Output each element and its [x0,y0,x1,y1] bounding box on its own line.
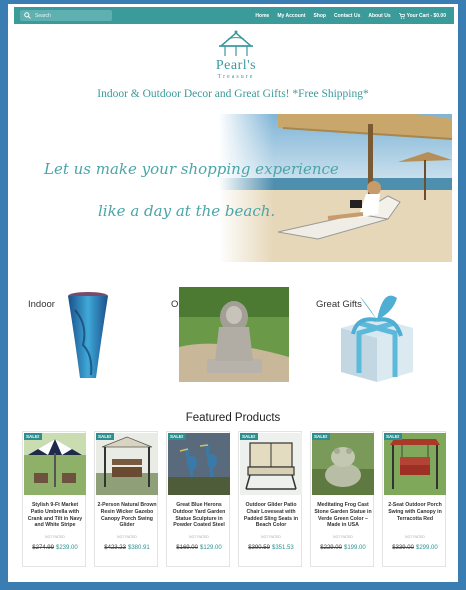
beach-hero-image [28,114,452,262]
new-price: $380.91 [128,545,150,551]
cart-total: Your Cart - $0.00 [406,12,446,19]
sale-badge: SALE! [24,433,42,440]
product-name[interactable]: Great Blue Herons Outdoor Yard Garden St… [169,502,229,529]
product-price: $390.59 $351.53 [239,545,303,551]
gazebo-logo-icon [218,30,254,56]
new-price: $129.00 [200,545,222,551]
porch-swing-product-image [384,433,446,495]
product-price: $229.00 $199.00 [311,545,375,551]
heron-statue-product-image [168,433,230,495]
product-card[interactable]: SALE! 2-Seat Outdoor Porch Swing with Ca… [382,431,446,567]
featured-products-title: Featured Products [185,412,281,424]
old-price: $274.99 [32,545,54,551]
sale-badge: SALE! [312,433,330,440]
product-card[interactable]: SALE! 2-Person Natural Brown Resin Wicke… [94,431,158,567]
product-rating: NOT RATED [45,535,65,539]
product-price: $169.00 $129.00 [167,545,231,551]
product-price: $274.99 $239.00 [23,545,87,551]
umbrella-product-image [24,433,86,495]
product-name[interactable]: Meditating Frog Cast Stone Garden Statue… [313,502,373,529]
nav-link-contact-us[interactable]: Contact Us [334,13,360,19]
hero-banner[interactable]: Let us make your shopping experience lik… [28,114,452,262]
product-price: $423.23 $380.91 [95,545,159,551]
product-rating: NOT RATED [405,535,425,539]
nav-links: Home My Account Shop Contact Us About Us… [255,7,446,24]
new-price: $199.00 [344,545,366,551]
product-rating: NOT RATED [333,535,353,539]
product-rating: NOT RATED [189,535,209,539]
nav-link-home[interactable]: Home [255,13,269,19]
product-name[interactable]: Outdoor Glider Patio Chair Loveseat with… [241,502,301,529]
search-input[interactable]: Search [20,10,112,21]
old-price: $390.59 [248,545,270,551]
featured-products-grid: SALE! Stylish 9-Ft Market Patio Umbrella… [22,431,447,571]
old-price: $339.00 [392,545,414,551]
logo-subtitle: Treasure [217,74,255,80]
page: Search Home My Account Shop Contact Us A… [8,4,458,582]
product-name[interactable]: 2-Seat Outdoor Porch Swing with Canopy i… [385,502,445,522]
old-price: $423.23 [104,545,126,551]
new-price: $239.00 [56,545,78,551]
category-indoor-label[interactable]: Indoor [28,299,55,310]
product-name[interactable]: Stylish 9-Ft Market Patio Umbrella with … [25,502,85,529]
product-price: $339.00 $299.00 [383,545,447,551]
nav-link-my-account[interactable]: My Account [277,13,305,19]
product-card[interactable]: SALE! Meditating Frog Cast Stone Garden … [310,431,374,567]
site-logo[interactable]: Pearl's Treasure [201,28,271,80]
old-price: $229.00 [320,545,342,551]
gazebo-swing-product-image [96,433,158,495]
glider-loveseat-product-image [240,433,302,495]
hero-line-2: like a day at the beach. [98,202,276,220]
hero-line-1: Let us make your shopping experience [44,160,339,178]
product-card[interactable]: SALE! Great Blue Herons Outdoor Yard Gar… [166,431,230,567]
product-card[interactable]: SALE! Stylish 9-Ft Market Patio Umbrella… [22,431,86,567]
nav-link-shop[interactable]: Shop [313,13,326,19]
nav-link-about-us[interactable]: About Us [368,13,390,19]
logo-title: Pearl's [215,58,257,73]
cart-link[interactable]: Your Cart - $0.00 [398,12,446,19]
product-rating: NOT RATED [261,535,281,539]
search-placeholder: Search [35,12,51,19]
frog-statue-product-image [312,433,374,495]
sale-badge: SALE! [384,433,402,440]
tagline: Indoor & Outdoor Decor and Great Gifts! … [97,88,369,100]
top-nav-bar: Search Home My Account Shop Contact Us A… [14,7,454,24]
gift-box-image[interactable] [333,288,421,384]
search-icon [24,12,31,19]
product-name[interactable]: 2-Person Natural Brown Resin Wicker Gaze… [97,502,157,529]
new-price: $299.00 [416,545,438,551]
sale-badge: SALE! [96,433,114,440]
sale-badge: SALE! [168,433,186,440]
indoor-vase-image[interactable] [63,290,113,382]
cart-icon [398,12,405,19]
outdoor-lion-statue-image[interactable] [179,287,289,382]
product-card[interactable]: SALE! Outdoor Glider Patio Chair Lovesea… [238,431,302,567]
sale-badge: SALE! [240,433,258,440]
product-rating: NOT RATED [117,535,137,539]
new-price: $351.53 [272,545,294,551]
old-price: $169.00 [176,545,198,551]
